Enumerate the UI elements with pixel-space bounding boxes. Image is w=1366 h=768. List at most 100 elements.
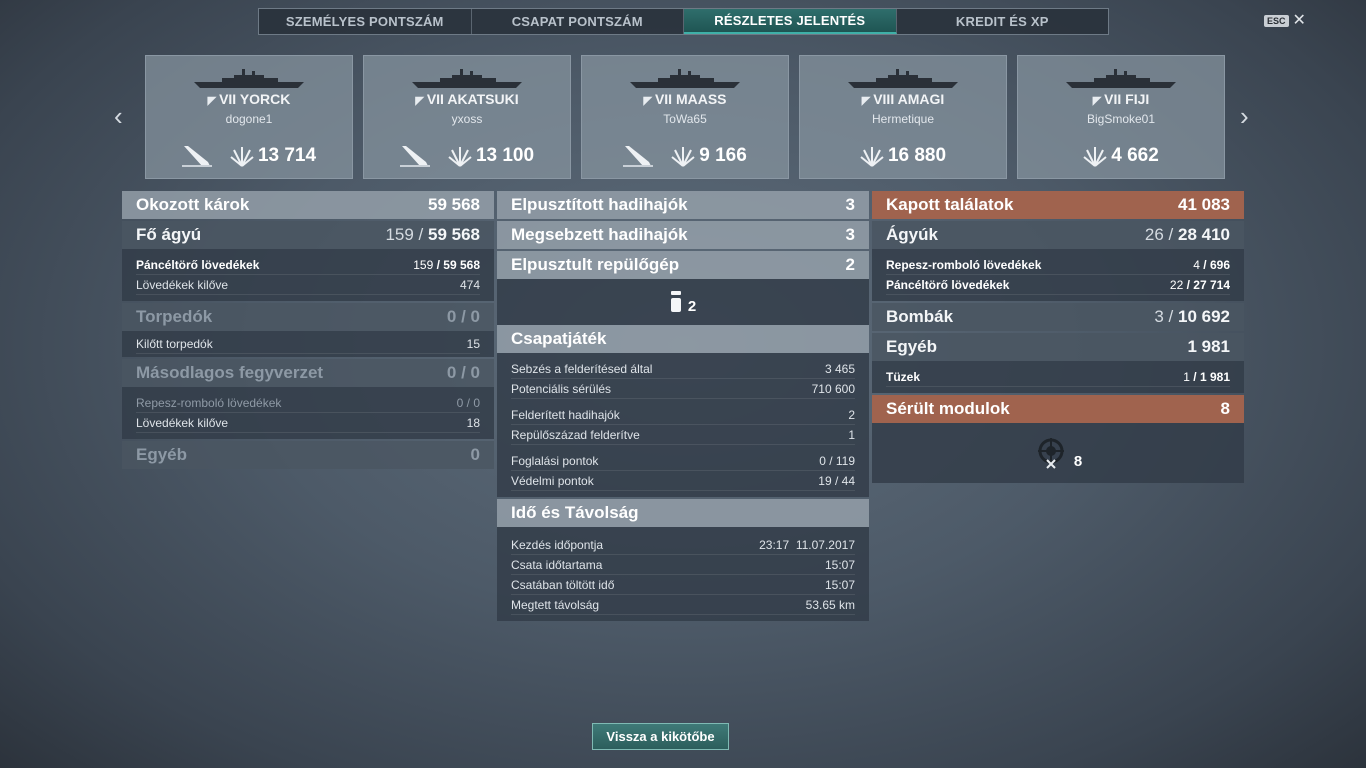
ap-received-label: Páncéltörő lövedékek (886, 277, 1010, 292)
time-distance-header: Idő és Távolság (497, 499, 869, 527)
torpedoes-fired-row: Kilőtt torpedók 15 (136, 334, 480, 354)
distance-row: Megtett távolság 53.65 km (511, 595, 855, 615)
damage-burst-icon (671, 147, 695, 167)
prev-arrow-icon[interactable]: ‹ (114, 101, 123, 132)
player-name: BigSmoke01 (1086, 112, 1156, 126)
he-received-label: Repesz-romboló lövedékek (886, 257, 1042, 272)
damaged-module-icon (1037, 438, 1064, 469)
torpedoes-value: 0 / 0 (446, 307, 480, 326)
ship-tier: VII (426, 91, 444, 107)
ap-shells-label: Páncéltörő lövedékek (136, 257, 260, 272)
destroyer-icon: ◤ (643, 95, 652, 107)
received-hits-panel: Kapott találatok 41 083 Ágyúk 26 / 28 41… (872, 191, 1244, 483)
ship-name-text: MAASS (675, 91, 727, 107)
modules-icon-count: 8 (1073, 452, 1083, 470)
spotting-damage-value: 3 465 (824, 361, 855, 376)
main-battery-details: Páncéltörő lövedékek 159 / 59 568 Lövedé… (122, 249, 494, 301)
ship-card[interactable]: ◤ VII FIJI BigSmoke01 4 662 (1017, 55, 1225, 179)
close-icon[interactable]: ✕ (1293, 13, 1306, 29)
teamplay-header: Csapatjáték (497, 325, 869, 353)
torpedoes-header: Torpedók 0 / 0 (122, 303, 494, 331)
secondary-header: Másodlagos fegyverzet 0 / 0 (122, 359, 494, 387)
potential-damage-row: Potenciális sérülés 710 600 (511, 379, 855, 399)
time-in-battle-row: Csatában töltött idő 15:07 (511, 575, 855, 595)
ship-name: ◤ VII YORCK (146, 91, 352, 107)
fires-label: Tüzek (886, 369, 921, 384)
torpedoes-fired-value: 15 (466, 336, 480, 351)
ship-damage-value: 4 662 (1111, 145, 1159, 166)
destroyed-ships-header: Elpusztított hadihajók 3 (497, 191, 869, 219)
ship-damage-value: 16 880 (887, 145, 947, 166)
esc-key-label: ESC (1264, 15, 1289, 27)
secondary-fired-label: Lövedékek kilőve (136, 415, 229, 430)
destroyed-ships-label: Elpusztított hadihajók (511, 195, 688, 214)
ship-card[interactable]: ◤ VIII AMAGI Hermetique 16 880 (799, 55, 1007, 179)
tab-personal-score[interactable]: SZEMÉLYES PONTSZÁM (259, 9, 472, 34)
spotted-squadrons-value: 1 (848, 427, 855, 442)
back-to-port-button[interactable]: Vissza a kikötőbe (592, 723, 729, 750)
ship-card[interactable]: ◤ VII AKATSUKI yxoss 13 100 (363, 55, 571, 179)
bombs-header: Bombák 3 / 10 692 (872, 303, 1244, 331)
spotting-damage-row: Sebzés a felderítésed által 3 465 (511, 359, 855, 379)
player-name: ToWa65 (663, 112, 707, 126)
ship-name: ◤ VII AKATSUKI (364, 91, 570, 107)
player-name: dogone1 (225, 112, 273, 126)
guns-received-title: Ágyúk (886, 225, 938, 244)
guns-received-value: 28 410 (1178, 225, 1230, 244)
ship-damage-row: 4 662 (1018, 144, 1224, 168)
defense-points-value: 19 / 44 (818, 473, 855, 488)
sunk-ship-icon (181, 146, 212, 167)
damaged-ships-value: 3 (845, 225, 855, 244)
esc-close[interactable]: ESC ✕ (1264, 13, 1306, 29)
capture-points-value: 0 / 119 (819, 453, 855, 468)
damaged-modules-header: Sérült modulok 8 (872, 395, 1244, 423)
battle-duration-value: 15:07 (824, 557, 855, 572)
he-received-row: Repesz-romboló lövedékek 4 / 696 (886, 255, 1230, 275)
other-damage-title: Egyéb (136, 445, 188, 464)
tab-detailed-report[interactable]: RÉSZLETES JELENTÉS (684, 9, 897, 34)
player-name: Hermetique (871, 112, 935, 126)
destroyer-icon: ◤ (415, 95, 424, 107)
distance-value: 53.65 km (805, 597, 855, 612)
main-battery-title: Fő ágyú (136, 225, 202, 244)
damage-dealt-header: Okozott károk 59 568 (122, 191, 494, 219)
time-distance-details: Kezdés időpontja 23:17 11.07.2017 Csata … (497, 527, 869, 621)
received-hits-value: 41 083 (1178, 195, 1230, 214)
ap-shells-row: Páncéltörő lövedékek 159 / 59 568 (136, 255, 480, 275)
potential-damage-value: 710 600 (811, 381, 855, 396)
planes-destroyed-value: 2 (845, 255, 855, 274)
torpedoes-fired-label: Kilőtt torpedók (136, 336, 213, 351)
damage-burst-icon (860, 147, 884, 167)
he-shells-row: Repesz-romboló lövedékek 0 / 0 (136, 393, 480, 413)
main-battery-header: Fő ágyú 159 / 59 568 (122, 221, 494, 249)
tab-team-score[interactable]: CSAPAT PONTSZÁM (472, 9, 684, 34)
received-hits-title: Kapott találatok (886, 195, 1014, 214)
next-arrow-icon[interactable]: › (1240, 101, 1249, 132)
ap-received-row: Páncéltörő lövedékek 22 / 27 714 (886, 275, 1230, 295)
defense-points-row: Védelmi pontok 19 / 44 (511, 471, 855, 491)
main-battery-value: 59 568 (428, 225, 480, 244)
damaged-modules-value: 8 (1220, 399, 1230, 418)
ship-card[interactable]: ◤ VII YORCK dogone1 13 714 (145, 55, 353, 179)
planes-destroyed-label: Elpusztult repülőgép (511, 255, 680, 274)
cruiser-icon: ◤ (207, 95, 217, 107)
ship-card[interactable]: ◤ VII MAASS ToWa65 9 166 (581, 55, 789, 179)
fires-value: 1 981 (1199, 369, 1230, 384)
battleship-icon: ◤ (861, 95, 871, 107)
tab-credits-xp[interactable]: KREDIT ÉS XP (897, 9, 1109, 34)
ship-damage-row: 13 100 (364, 144, 570, 168)
torpedoes-title: Torpedók (136, 307, 213, 326)
spotted-squadrons-label: Repülőszázad felderítve (511, 427, 640, 442)
sunk-ship-icon (623, 146, 654, 167)
spotting-damage-label: Sebzés a felderítésed által (511, 361, 653, 376)
spotted-ships-value: 2 (848, 407, 855, 422)
other-received-title: Egyéb (886, 337, 938, 356)
battle-duration-row: Csata időtartama 15:07 (511, 555, 855, 575)
torpedoes-details: Kilőtt torpedók 15 (122, 331, 494, 357)
damage-burst-icon (1083, 147, 1107, 167)
damage-burst-icon (230, 147, 254, 167)
time-in-battle-label: Csatában töltött idő (511, 577, 615, 592)
teamplay-title: Csapatjáték (511, 329, 607, 348)
ship-damage-value: 13 100 (475, 145, 535, 166)
ship-name: ◤ VIII AMAGI (800, 91, 1006, 107)
